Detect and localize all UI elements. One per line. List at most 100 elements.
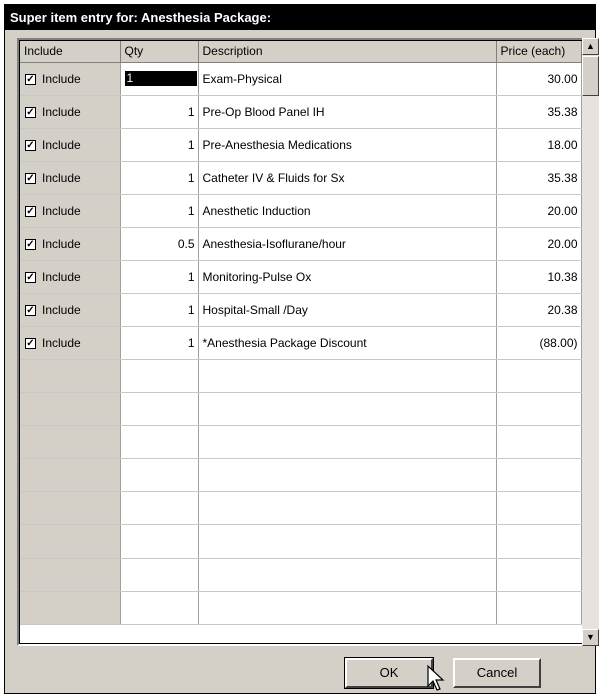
qty-cell[interactable]: 1 <box>120 161 199 195</box>
include-label: Include <box>42 170 81 185</box>
empty-description-cell[interactable] <box>198 425 497 460</box>
empty-price-cell[interactable] <box>496 591 582 626</box>
price-cell[interactable]: 30.00 <box>496 62 582 96</box>
qty-cell[interactable]: 1 <box>120 293 199 327</box>
empty-description-cell[interactable] <box>198 491 497 526</box>
empty-qty-cell[interactable] <box>120 524 199 559</box>
include-cell[interactable]: Include <box>20 62 121 96</box>
vertical-scrollbar[interactable]: ▲ ▼ <box>582 38 599 646</box>
column-header-qty[interactable]: Qty <box>120 41 199 63</box>
price-cell[interactable]: 20.00 <box>496 194 582 228</box>
include-cell[interactable]: Include <box>20 95 121 129</box>
empty-include-cell[interactable] <box>20 558 121 592</box>
empty-include-cell[interactable] <box>20 591 121 626</box>
description-cell[interactable]: Anesthesia-Isoflurane/hour <box>198 227 497 261</box>
include-checkbox[interactable] <box>25 271 36 283</box>
description-cell[interactable]: Monitoring-Pulse Ox <box>198 260 497 294</box>
empty-qty-cell[interactable] <box>120 558 199 592</box>
column-header-description[interactable]: Description <box>198 41 497 63</box>
qty-cell[interactable]: 1 <box>120 194 199 228</box>
empty-include-cell[interactable] <box>20 359 121 393</box>
empty-qty-cell[interactable] <box>120 491 199 526</box>
empty-row <box>20 458 582 493</box>
description-cell[interactable]: Pre-Anesthesia Medications <box>198 128 497 162</box>
qty-cell[interactable]: 1 <box>120 260 199 294</box>
empty-qty-cell[interactable] <box>120 591 199 626</box>
column-header-price[interactable]: Price (each) <box>496 41 582 63</box>
description-cell[interactable]: Catheter IV & Fluids for Sx <box>198 161 497 195</box>
empty-qty-cell[interactable] <box>120 425 199 460</box>
empty-price-cell[interactable] <box>496 558 582 592</box>
scrollbar-thumb[interactable] <box>582 56 599 96</box>
empty-include-cell[interactable] <box>20 425 121 460</box>
include-cell[interactable]: Include <box>20 161 121 195</box>
empty-description-cell[interactable] <box>198 558 497 592</box>
empty-description-cell[interactable] <box>198 591 497 626</box>
price-cell[interactable]: 35.38 <box>496 95 582 129</box>
empty-row <box>20 558 582 592</box>
price-cell[interactable]: 20.00 <box>496 227 582 261</box>
ok-button[interactable]: OK <box>344 657 434 689</box>
table-row: Include 1 Anesthetic Induction 20.00 <box>20 194 582 228</box>
scroll-up-arrow-icon[interactable]: ▲ <box>582 38 599 55</box>
column-header-include[interactable]: Include <box>20 41 121 63</box>
price-cell[interactable]: 10.38 <box>496 260 582 294</box>
empty-include-cell[interactable] <box>20 524 121 559</box>
empty-price-cell[interactable] <box>496 359 582 393</box>
price-cell[interactable]: 20.38 <box>496 293 582 327</box>
include-checkbox[interactable] <box>25 337 36 349</box>
dialog-title: Super item entry for: Anesthesia Package… <box>5 5 595 30</box>
qty-cell[interactable]: 1 <box>120 62 199 96</box>
empty-price-cell[interactable] <box>496 524 582 559</box>
empty-row <box>20 491 582 526</box>
include-cell[interactable]: Include <box>20 260 121 294</box>
include-checkbox[interactable] <box>25 73 36 85</box>
include-cell[interactable]: Include <box>20 326 121 360</box>
include-cell[interactable]: Include <box>20 194 121 228</box>
qty-cell[interactable]: 1 <box>120 326 199 360</box>
qty-input-selected[interactable]: 1 <box>124 71 197 87</box>
include-cell[interactable]: Include <box>20 227 121 261</box>
empty-include-cell[interactable] <box>20 491 121 526</box>
price-cell[interactable]: (88.00) <box>496 326 582 360</box>
empty-qty-cell[interactable] <box>120 458 199 493</box>
qty-cell[interactable]: 1 <box>120 95 199 129</box>
empty-include-cell[interactable] <box>20 458 121 493</box>
table-row: Include 1 Hospital-Small /Day 20.38 <box>20 293 582 327</box>
empty-price-cell[interactable] <box>496 491 582 526</box>
include-checkbox[interactable] <box>25 139 36 151</box>
empty-price-cell[interactable] <box>496 392 582 426</box>
description-cell[interactable]: Exam-Physical <box>198 62 497 96</box>
include-checkbox[interactable] <box>25 304 36 316</box>
description-cell[interactable]: Pre-Op Blood Panel IH <box>198 95 497 129</box>
empty-row <box>20 392 582 426</box>
include-checkbox[interactable] <box>25 172 36 184</box>
include-checkbox[interactable] <box>25 238 36 250</box>
empty-qty-cell[interactable] <box>120 359 199 393</box>
table-row: Include 0.5 Anesthesia-Isoflurane/hour 2… <box>20 227 582 261</box>
include-cell[interactable]: Include <box>20 293 121 327</box>
table-row: Include 1 Pre-Anesthesia Medications 18.… <box>20 128 582 162</box>
price-cell[interactable]: 35.38 <box>496 161 582 195</box>
include-cell[interactable]: Include <box>20 128 121 162</box>
qty-cell[interactable]: 0.5 <box>120 227 199 261</box>
empty-description-cell[interactable] <box>198 392 497 426</box>
empty-price-cell[interactable] <box>496 458 582 493</box>
include-checkbox[interactable] <box>25 106 36 118</box>
empty-description-cell[interactable] <box>198 359 497 393</box>
include-label: Include <box>42 104 81 119</box>
cancel-button[interactable]: Cancel <box>453 658 541 688</box>
empty-price-cell[interactable] <box>496 425 582 460</box>
empty-include-cell[interactable] <box>20 392 121 426</box>
grid-header-row: Include Qty Description Price (each) <box>20 41 582 63</box>
scroll-down-arrow-icon[interactable]: ▼ <box>582 629 599 646</box>
include-checkbox[interactable] <box>25 205 36 217</box>
qty-cell[interactable]: 1 <box>120 128 199 162</box>
price-cell[interactable]: 18.00 <box>496 128 582 162</box>
description-cell[interactable]: Anesthetic Induction <box>198 194 497 228</box>
description-cell[interactable]: Hospital-Small /Day <box>198 293 497 327</box>
empty-description-cell[interactable] <box>198 458 497 493</box>
description-cell[interactable]: *Anesthesia Package Discount <box>198 326 497 360</box>
empty-qty-cell[interactable] <box>120 392 199 426</box>
empty-description-cell[interactable] <box>198 524 497 559</box>
